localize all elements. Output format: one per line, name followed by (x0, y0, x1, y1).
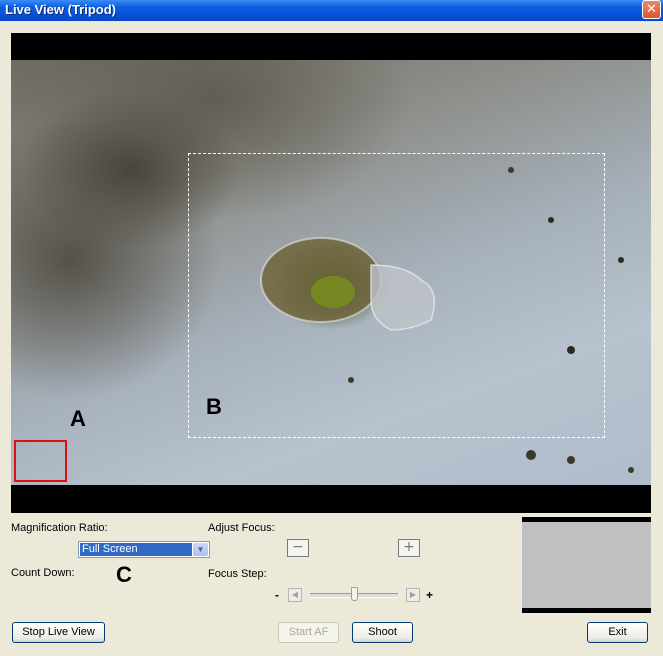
particle (567, 456, 575, 464)
minus-icon: − (292, 539, 304, 555)
chevron-down-icon[interactable]: ▼ (193, 543, 208, 556)
focus-frame-b[interactable] (188, 153, 605, 438)
callout-label-c: C (116, 562, 132, 587)
focus-minus-button[interactable]: − (287, 539, 309, 557)
focus-plus-button[interactable]: + (398, 539, 420, 557)
exit-button[interactable]: Exit (587, 622, 648, 643)
callout-label-b: B (206, 394, 222, 419)
magnify-frame-a[interactable] (14, 440, 67, 482)
step-minus-sign: - (275, 588, 279, 602)
particle (618, 257, 624, 263)
countdown-label: Count Down: (11, 567, 75, 579)
focus-step-label: Focus Step: (208, 568, 267, 580)
arrow-left-icon: ◀ (291, 590, 299, 599)
window-title: Live View (Tripod) (5, 2, 117, 17)
step-right-button[interactable]: ▶ (406, 588, 420, 602)
callout-label-a: A (70, 406, 86, 431)
title-bar[interactable]: Live View (Tripod) ✕ (0, 0, 663, 21)
stop-live-view-button[interactable]: Stop Live View (12, 622, 105, 643)
particle (526, 450, 536, 460)
plus-icon: + (403, 539, 415, 555)
magnification-label: Magnification Ratio: (11, 522, 108, 534)
particle (628, 467, 634, 473)
live-view-display[interactable]: A B (11, 33, 651, 513)
preview-thumbnail (522, 517, 651, 613)
magnification-value: Full Screen (80, 543, 192, 556)
adjust-focus-label: Adjust Focus: (208, 522, 275, 534)
step-plus-sign: + (426, 588, 434, 602)
step-left-button[interactable]: ◀ (288, 588, 302, 602)
focus-step-slider-thumb[interactable] (351, 587, 358, 601)
start-af-button[interactable]: Start AF (278, 622, 339, 643)
arrow-right-icon: ▶ (409, 590, 417, 599)
close-icon: ✕ (646, 2, 657, 17)
close-button[interactable]: ✕ (642, 0, 661, 19)
shoot-button[interactable]: Shoot (352, 622, 413, 643)
magnification-select[interactable]: Full Screen ▼ (78, 541, 210, 558)
